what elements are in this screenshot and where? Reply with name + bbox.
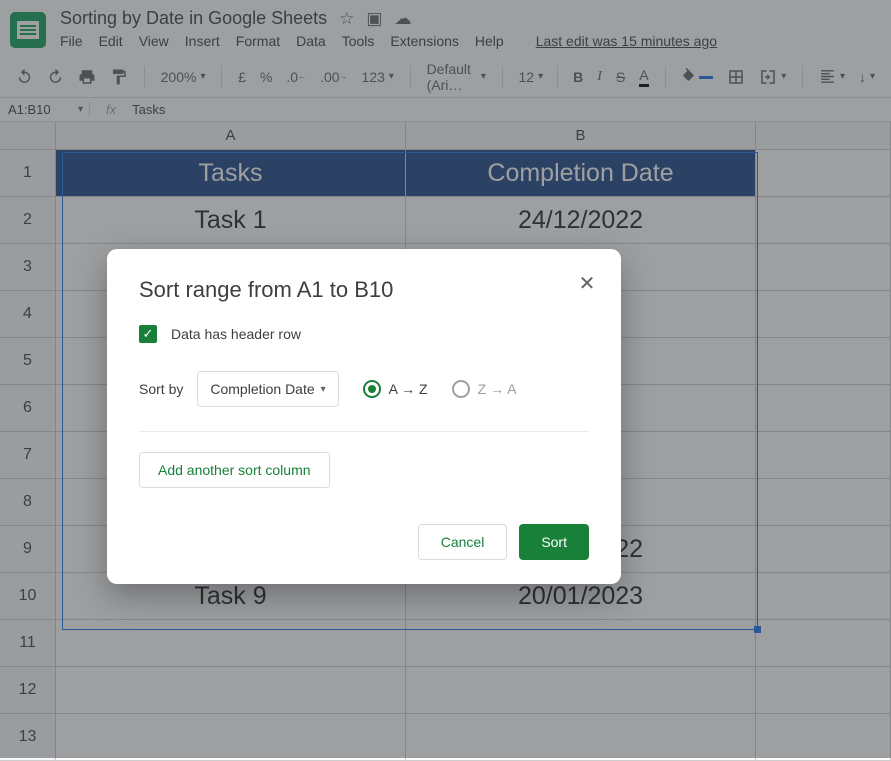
sort-az-radio[interactable]: A → Z — [363, 380, 428, 398]
sort-column-select[interactable]: Completion Date — [197, 371, 338, 407]
sort-by-label: Sort by — [139, 381, 183, 397]
divider — [139, 431, 589, 432]
header-row-checkbox[interactable]: ✓ — [139, 325, 157, 343]
sort-za-radio[interactable]: Z → A — [452, 380, 517, 398]
add-sort-column-button[interactable]: Add another sort column — [139, 452, 330, 488]
sort-range-dialog: ✕ Sort range from A1 to B10 ✓ Data has h… — [107, 249, 621, 584]
header-row-label: Data has header row — [171, 326, 301, 342]
close-icon[interactable]: ✕ — [573, 269, 601, 297]
sort-button[interactable]: Sort — [519, 524, 589, 560]
dialog-title: Sort range from A1 to B10 — [139, 277, 589, 303]
cancel-button[interactable]: Cancel — [418, 524, 508, 560]
